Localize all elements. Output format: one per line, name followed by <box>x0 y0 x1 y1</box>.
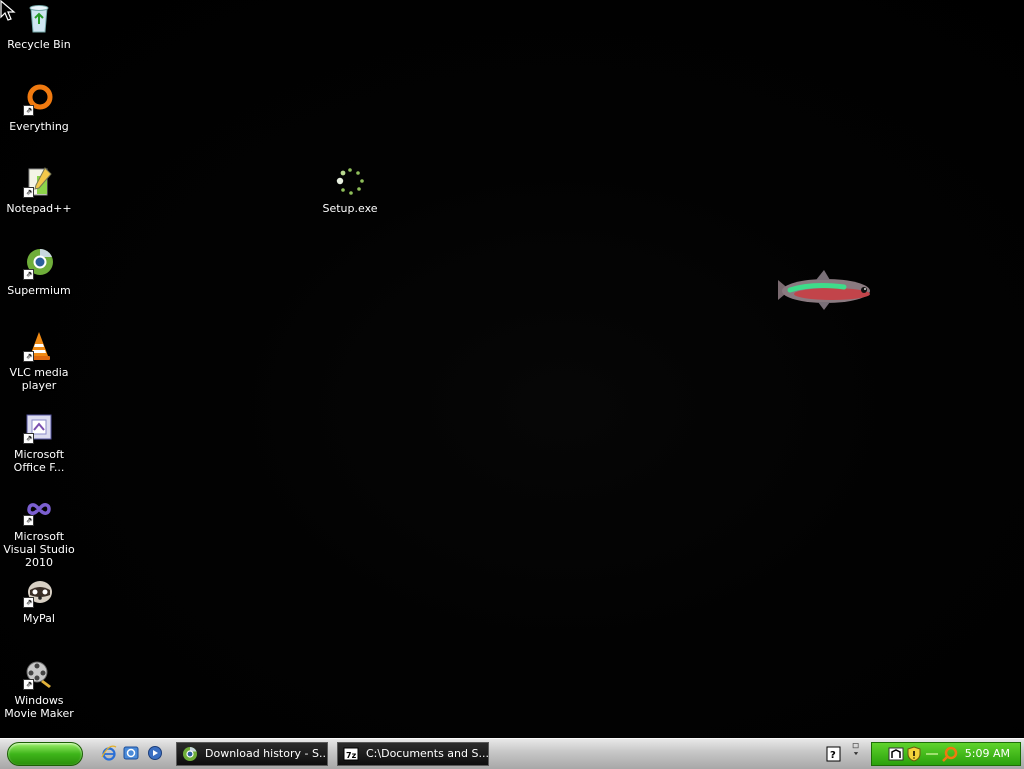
desktop-icon-setup-exe[interactable]: Setup.exe <box>311 166 389 215</box>
desktop-icon-microsoft-office[interactable]: ↗ Microsoft Office F... <box>0 412 78 474</box>
desktop-icon-supermium[interactable]: ↗ Supermium <box>0 248 78 297</box>
taskbar-button-documents-folder[interactable]: 7z C:\Documents and S... <box>337 742 489 766</box>
desktop-icon-everything[interactable]: ↗ Everything <box>0 84 78 133</box>
movie-maker-icon: ↗ <box>23 658 55 690</box>
everything-icon: ↗ <box>23 84 55 116</box>
recycle-bin-icon <box>23 2 55 34</box>
language-bar-options-icon[interactable] <box>848 742 864 758</box>
desktop-icon-label: VLC media player <box>9 366 69 392</box>
mouse-cursor-icon <box>0 0 16 21</box>
desktop-icon-label: Recycle Bin <box>7 38 71 51</box>
desktop-icon-label: Notepad++ <box>6 202 72 215</box>
desktop-icon-label: Everything <box>9 120 69 133</box>
desktop-icon-vlc[interactable]: ↗ VLC media player <box>0 330 78 392</box>
internet-explorer-icon[interactable] <box>101 745 117 761</box>
shortcut-arrow-icon: ↗ <box>23 679 34 690</box>
shortcut-arrow-icon: ↗ <box>23 351 34 362</box>
shortcut-arrow-icon: ↗ <box>23 515 34 526</box>
desktop-icon-mypal[interactable]: ↗ MyPal <box>0 576 78 625</box>
network-icon[interactable] <box>888 746 904 762</box>
setup-exe-icon <box>334 166 366 198</box>
desktop-icon-windows-movie-maker[interactable]: ↗ Windows Movie Maker <box>0 658 78 720</box>
everything-icon[interactable] <box>942 746 958 762</box>
7zip-icon: 7z <box>343 747 359 761</box>
desktop-icon-label: Microsoft Office F... <box>13 448 65 474</box>
taskbar-button-download-history[interactable]: Download history - S... <box>176 742 328 766</box>
clock[interactable]: 5:09 AM <box>965 743 1010 765</box>
desktop: Recycle Bin ↗ Everything ↗ Notepad++ ↗ S… <box>0 0 1024 738</box>
svg-text:7z: 7z <box>346 751 357 760</box>
supermium-icon <box>183 747 197 761</box>
help-icon[interactable]: ? <box>826 746 842 762</box>
desktop-icon-label: Windows Movie Maker <box>4 694 74 720</box>
shortcut-arrow-icon: ↗ <box>23 269 34 280</box>
taskbar-button-label: C:\Documents and S... <box>366 747 489 760</box>
security-shield-icon[interactable] <box>906 746 922 762</box>
tray-separator-icon <box>926 753 938 755</box>
desktop-icon-label: MyPal <box>23 612 55 625</box>
shortcut-arrow-icon: ↗ <box>23 597 34 608</box>
taskbar-button-label: Download history - S... <box>205 747 328 760</box>
shortcut-arrow-icon: ↗ <box>23 187 34 198</box>
notepad-plus-plus-icon: ↗ <box>23 166 55 198</box>
shortcut-arrow-icon: ↗ <box>23 105 34 116</box>
desktop-icon-label: Supermium <box>7 284 71 297</box>
shortcut-arrow-icon: ↗ <box>23 433 34 444</box>
vlc-icon: ↗ <box>23 330 55 362</box>
desktop-icon-label: Setup.exe <box>322 202 378 215</box>
svg-text:?: ? <box>830 750 836 761</box>
system-tray: 5:09 AM <box>871 742 1021 766</box>
office-icon: ↗ <box>23 412 55 444</box>
windows-media-player-icon[interactable] <box>147 745 163 761</box>
fish-image <box>778 270 870 310</box>
visual-studio-icon: ↗ <box>23 494 55 526</box>
taskbar: Download history - S... 7z C:\Documents … <box>0 738 1024 769</box>
desktop-icon-notepad-plus-plus[interactable]: ↗ Notepad++ <box>0 166 78 215</box>
mypal-icon: ↗ <box>23 576 55 608</box>
supermium-icon: ↗ <box>23 248 55 280</box>
desktop-icon-label: Microsoft Visual Studio 2010 <box>3 530 75 569</box>
start-button[interactable] <box>7 742 83 766</box>
desktop-icon-visual-studio-2010[interactable]: ↗ Microsoft Visual Studio 2010 <box>0 494 78 569</box>
outlook-express-icon[interactable] <box>123 745 139 761</box>
